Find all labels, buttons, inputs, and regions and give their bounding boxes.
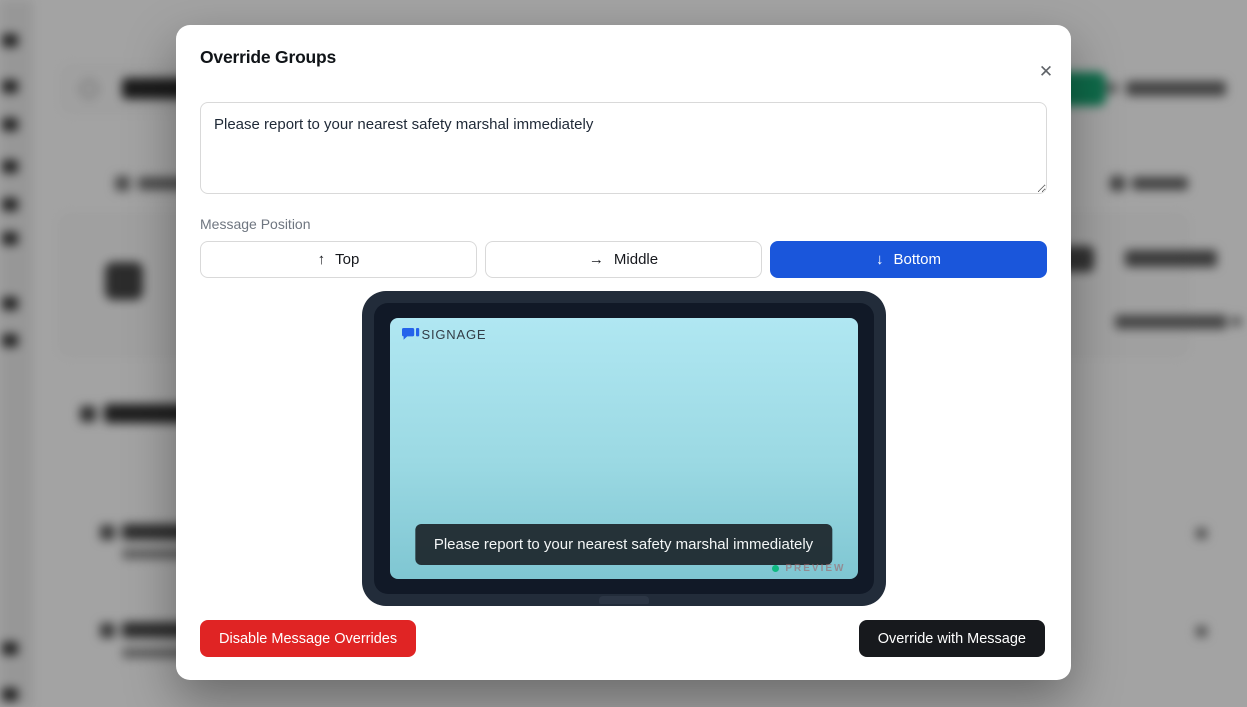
position-option-middle[interactable]: → Middle — [485, 241, 762, 278]
pisignage-logo-icon — [402, 328, 420, 341]
tv-preview-frame: SIGNAGE Please report to your nearest sa… — [362, 291, 886, 606]
position-option-label: Bottom — [893, 251, 941, 268]
online-dot-icon — [772, 565, 779, 572]
message-position-label: Message Position — [200, 216, 1047, 232]
close-icon[interactable]: ✕ — [1035, 61, 1057, 83]
brand-text: SIGNAGE — [422, 327, 487, 342]
app-window: Override Groups ✕ Please report to your … — [0, 0, 1247, 707]
position-option-top[interactable]: ↑ Top — [200, 241, 477, 278]
override-message-input[interactable]: Please report to your nearest safety mar… — [200, 102, 1047, 194]
position-option-bottom[interactable]: ↓ Bottom — [770, 241, 1047, 278]
position-option-label: Middle — [614, 251, 658, 268]
tv-bezel: SIGNAGE Please report to your nearest sa… — [374, 303, 874, 594]
override-with-message-button[interactable]: Override with Message — [859, 620, 1045, 657]
preview-status-label: PREVIEW — [785, 563, 845, 574]
up-arrow-icon: ↑ — [318, 251, 326, 268]
preview-screen: SIGNAGE Please report to your nearest sa… — [390, 318, 858, 579]
tv-stand — [599, 596, 649, 604]
position-option-label: Top — [335, 251, 359, 268]
disable-message-overrides-button[interactable]: Disable Message Overrides — [200, 620, 416, 657]
preview-message-banner: Please report to your nearest safety mar… — [415, 524, 832, 565]
position-options: ↑ Top → Middle ↓ Bottom — [200, 241, 1047, 278]
pisignage-logo: SIGNAGE — [402, 327, 487, 342]
right-arrow-icon: → — [589, 251, 604, 268]
modal-title: Override Groups — [200, 47, 1047, 68]
down-arrow-icon: ↓ — [876, 251, 884, 268]
preview-status: PREVIEW — [772, 563, 845, 574]
modal-footer: Disable Message Overrides Override with … — [200, 620, 1045, 657]
override-groups-modal: Override Groups ✕ Please report to your … — [176, 25, 1071, 680]
